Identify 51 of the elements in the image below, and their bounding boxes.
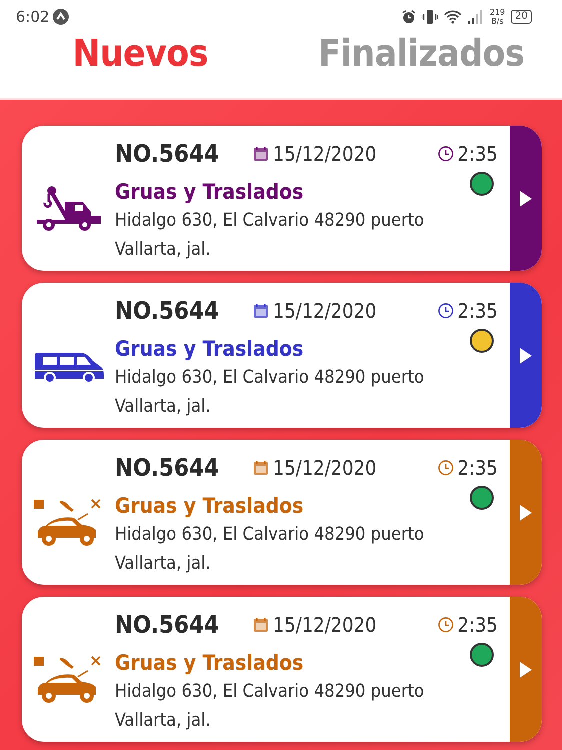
- calendar-icon: [253, 146, 269, 162]
- signal-icon: [468, 10, 484, 24]
- play-icon: [520, 190, 532, 206]
- clock-icon: [438, 617, 454, 633]
- service-time: 2:35: [458, 613, 498, 637]
- battery-level: 20: [511, 10, 532, 24]
- calendar-icon: [253, 303, 269, 319]
- service-card[interactable]: NO.5644 15/12/2020 2:35 Gruas y Traslados Hidalgo 630, El Calvario 48290 puerto Vallarta, jal.: [22, 440, 542, 585]
- service-date: 15/12/2020: [273, 456, 377, 480]
- vibrate-icon: [422, 10, 438, 24]
- service-time: 2:35: [458, 142, 498, 166]
- open-button[interactable]: [510, 440, 542, 585]
- play-icon: [520, 348, 532, 364]
- order-number: NO.5644: [115, 611, 220, 639]
- service-time: 2:35: [458, 299, 498, 323]
- play-icon: [520, 662, 532, 678]
- service-title: Gruas y Traslados: [115, 337, 304, 361]
- clock-icon: [438, 460, 454, 476]
- service-date: 15/12/2020: [273, 613, 377, 637]
- open-button[interactable]: [510, 283, 542, 428]
- calendar-icon: [253, 617, 269, 633]
- alarm-icon: [402, 10, 416, 24]
- calendar-icon: [253, 460, 269, 476]
- order-number: NO.5644: [115, 454, 220, 482]
- clock-time: 6:02: [16, 8, 50, 26]
- service-address: Hidalgo 630, El Calvario 48290 puerto Vallarta, jal.: [115, 366, 426, 419]
- service-title: Gruas y Traslados: [115, 494, 304, 518]
- service-title: Gruas y Traslados: [115, 651, 304, 675]
- service-date: 15/12/2020: [273, 142, 377, 166]
- order-number: NO.5644: [115, 297, 220, 325]
- service-title: Gruas y Traslados: [115, 180, 304, 204]
- service-card[interactable]: NO.5644 15/12/2020 2:35 Gruas y Traslados Hidalgo 630, El Calvario 48290 puerto Vallarta, jal.: [22, 283, 542, 428]
- clock-icon: [438, 146, 454, 162]
- service-address: Hidalgo 630, El Calvario 48290 puerto Vallarta, jal.: [115, 209, 426, 262]
- service-address: Hidalgo 630, El Calvario 48290 puerto Vallarta, jal.: [115, 523, 426, 576]
- speed-value: 219: [490, 8, 506, 17]
- open-button[interactable]: [510, 597, 542, 742]
- service-card[interactable]: NO.5644 15/12/2020 2:35 Gruas y Traslados Hidalgo 630, El Calvario 48290 puerto Vallarta, jal.: [22, 126, 542, 271]
- tow-truck-icon: [35, 186, 103, 232]
- caret-icon: [52, 9, 69, 25]
- clock-icon: [438, 303, 454, 319]
- open-button[interactable]: [510, 126, 542, 271]
- tab[interactable]: Nuevos: [0, 34, 281, 74]
- play-icon: [520, 504, 532, 520]
- speed-unit: B/s: [491, 17, 504, 26]
- service-address: Hidalgo 630, El Calvario 48290 puerto Vallarta, jal.: [115, 680, 426, 733]
- service-time: 2:35: [458, 456, 498, 480]
- wifi-icon: [444, 10, 462, 24]
- order-number: NO.5644: [115, 140, 220, 168]
- service-card[interactable]: NO.5644 15/12/2020 2:35 Gruas y Traslados Hidalgo 630, El Calvario 48290 puerto Vallarta, jal.: [22, 597, 542, 742]
- service-date: 15/12/2020: [273, 299, 377, 323]
